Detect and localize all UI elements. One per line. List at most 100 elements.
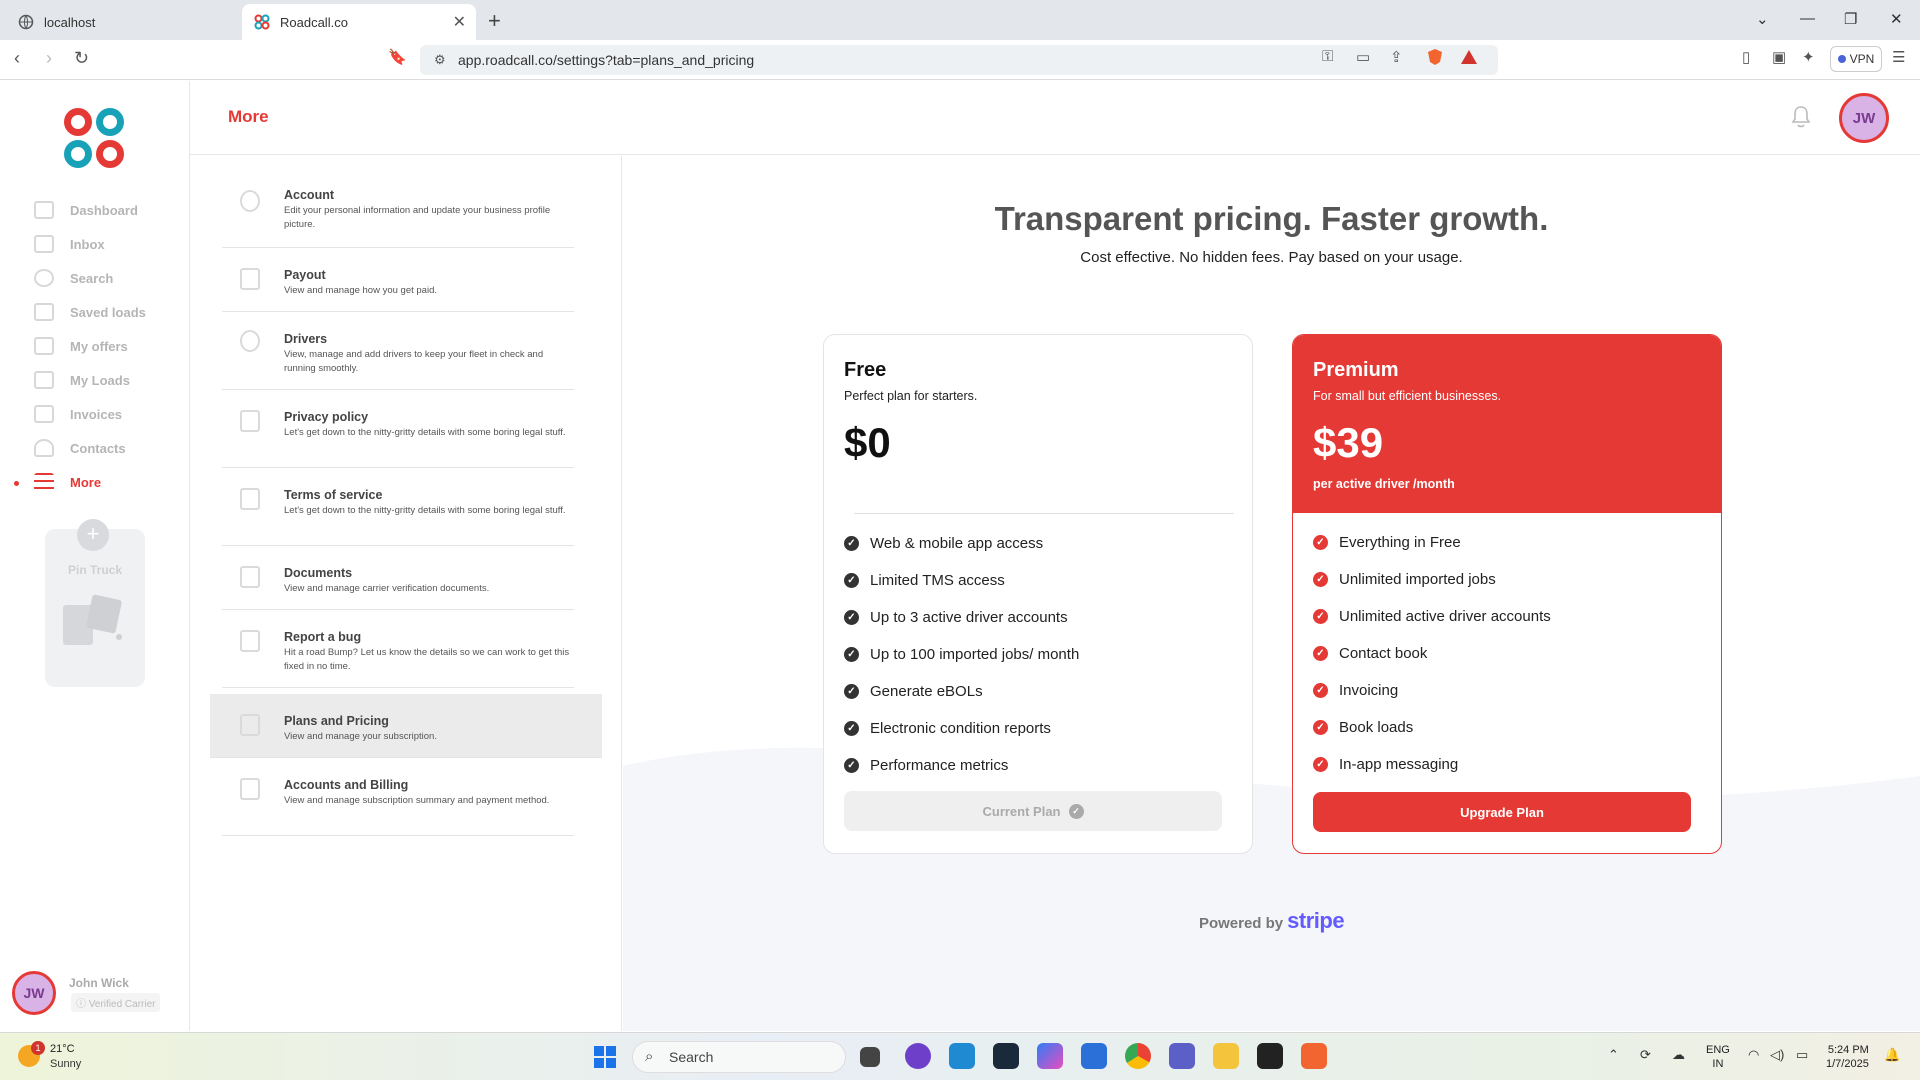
wallet-icon[interactable]: ▣ <box>1772 48 1786 66</box>
current-plan-button[interactable]: Current Plan ✓ <box>844 791 1222 831</box>
settings-item-payout[interactable]: Payout View and manage how you get paid. <box>222 248 574 312</box>
sidebar-item-dashboard[interactable]: Dashboard <box>34 198 138 222</box>
folder-icon <box>34 371 54 389</box>
settings-item-plans-and-pricing[interactable]: Plans and Pricing View and manage your s… <box>210 694 602 758</box>
background-wave <box>623 747 1920 1031</box>
sidebar-item-search[interactable]: Search <box>34 266 113 290</box>
restore-icon[interactable]: ❐ <box>1844 10 1857 28</box>
roadcall-logo[interactable] <box>64 108 126 170</box>
bell-icon[interactable] <box>1790 105 1812 129</box>
system-clock[interactable]: 5:24 PM 1/7/2025 <box>1826 1043 1869 1071</box>
settings-item-accounts-billing[interactable]: Accounts and Billing View and manage sub… <box>222 758 574 836</box>
payout-icon <box>240 268 260 290</box>
premium-plan-card: Premium For small but efficient business… <box>1292 334 1722 854</box>
tab-search-chevron-icon[interactable]: ⌄ <box>1756 10 1769 28</box>
sidebar-item-invoices[interactable]: Invoices <box>34 402 122 426</box>
chevron-up-icon[interactable]: ⌃ <box>1608 1047 1619 1063</box>
leo-ai-icon[interactable]: ✦ <box>1802 48 1815 66</box>
check-icon: ✓ <box>844 647 859 662</box>
check-icon: ✓ <box>1313 535 1328 550</box>
bookmark-icon[interactable]: 🔖 <box>388 48 407 66</box>
terminal-icon[interactable] <box>1257 1043 1283 1069</box>
share-icon[interactable]: ⇪ <box>1390 48 1403 66</box>
back-icon[interactable]: ‹ <box>14 48 20 69</box>
settings-item-report-bug[interactable]: Report a bug Hit a road Bump? Let us kno… <box>222 610 574 688</box>
chrome-icon[interactable] <box>1125 1043 1151 1069</box>
plan-name: Free <box>844 359 887 381</box>
brave-rewards-icon[interactable] <box>1460 48 1478 70</box>
tab-roadcall[interactable]: Roadcall.co ✕ <box>242 4 476 40</box>
settings-item-account[interactable]: Account Edit your personal information a… <box>222 176 574 248</box>
brave-shield-icon[interactable] <box>1426 48 1444 70</box>
plus-icon[interactable]: + <box>77 519 109 551</box>
brave-icon[interactable] <box>1301 1043 1327 1069</box>
store-icon[interactable] <box>1081 1043 1107 1069</box>
react-devtools-icon[interactable] <box>993 1043 1019 1069</box>
battery-icon[interactable]: ▭ <box>1796 1047 1808 1063</box>
sync-icon[interactable]: ⟳ <box>1640 1047 1651 1063</box>
sidebar-item-more[interactable]: More <box>34 470 101 494</box>
check-icon: ✓ <box>1313 646 1328 661</box>
user-profile[interactable]: JW John Wick ⓘ Verified Carrier <box>12 971 182 1017</box>
feature-item: ✓ Contact book <box>1313 645 1427 662</box>
plan-price: $39 <box>1313 419 1384 466</box>
tab-localhost[interactable]: localhost <box>10 4 240 40</box>
teams-icon[interactable] <box>1169 1043 1195 1069</box>
contacts-icon <box>34 439 54 457</box>
sidebar-item-saved-loads[interactable]: Saved loads <box>34 300 146 324</box>
task-view-icon[interactable] <box>860 1047 880 1067</box>
settings-item-drivers[interactable]: Drivers View, manage and add drivers to … <box>222 312 574 390</box>
sidebar-item-inbox[interactable]: Inbox <box>34 232 105 256</box>
feature-item: ✓ In-app messaging <box>1313 756 1458 773</box>
github-icon[interactable] <box>905 1043 931 1069</box>
settings-item-terms-of-service[interactable]: Terms of service Let's get down to the n… <box>222 468 574 546</box>
language-indicator[interactable]: ENG IN <box>1706 1043 1730 1071</box>
reload-icon[interactable]: ↻ <box>74 48 89 69</box>
globe-icon <box>18 14 34 30</box>
wifi-icon[interactable]: ◠ <box>1748 1047 1759 1063</box>
sidebar-item-contacts[interactable]: Contacts <box>34 436 126 460</box>
dashboard-icon <box>34 201 54 219</box>
key-icon[interactable]: ⚿ <box>1322 48 1333 65</box>
settings-item-documents[interactable]: Documents View and manage carrier verifi… <box>222 546 574 610</box>
pricing-headline: Transparent pricing. Faster growth. <box>994 200 1549 237</box>
windows-start-icon[interactable] <box>594 1046 616 1068</box>
sidebar-item-my-offers[interactable]: My offers <box>34 334 128 358</box>
copilot-icon[interactable] <box>1037 1043 1063 1069</box>
feature-item: ✓ Unlimited imported jobs <box>1313 571 1496 588</box>
site-settings-icon[interactable]: ⚙ <box>434 52 446 68</box>
vscode-icon[interactable] <box>949 1043 975 1069</box>
volume-icon[interactable]: ◁) <box>1770 1047 1784 1063</box>
check-icon: ✓ <box>844 573 859 588</box>
close-window-icon[interactable]: ✕ <box>1890 10 1903 28</box>
close-tab-icon[interactable]: ✕ <box>453 12 466 32</box>
header-avatar[interactable]: JW <box>1839 93 1889 143</box>
menu-icon[interactable]: ☰ <box>1892 48 1905 66</box>
pin-truck-label: Pin Truck <box>67 563 123 577</box>
check-icon: ✓ <box>1313 683 1328 698</box>
forward-icon[interactable]: › <box>46 48 52 69</box>
address-bar[interactable]: ⚙ app.roadcall.co/settings?tab=plans_and… <box>420 45 1498 75</box>
feature-item: ✓ Performance metrics <box>844 757 1008 774</box>
vpn-button[interactable]: VPN <box>1830 46 1882 72</box>
pin-truck-card[interactable]: + Pin Truck <box>45 519 145 687</box>
stripe-logo: stripe <box>1287 908 1345 933</box>
plan-price-unit: per active driver /month <box>1313 477 1455 491</box>
settings-item-privacy-policy[interactable]: Privacy policy Let's get down to the nit… <box>222 390 574 468</box>
new-tab-icon[interactable]: + <box>488 8 501 34</box>
avatar[interactable]: JW <box>12 971 56 1015</box>
active-indicator <box>14 481 19 486</box>
tab-title: Roadcall.co <box>280 14 348 30</box>
inbox-icon <box>34 235 54 253</box>
sidebar-toggle-icon[interactable]: ▯ <box>1742 48 1750 66</box>
notification-bell-icon[interactable]: 🔔 <box>1884 1047 1900 1063</box>
minimize-icon[interactable]: — <box>1800 10 1815 27</box>
taskbar-search[interactable]: ⌕ Search <box>632 1041 846 1073</box>
cast-icon[interactable]: ▭ <box>1356 48 1370 66</box>
feature-item: ✓ Up to 3 active driver accounts <box>844 609 1068 626</box>
bookmark-icon <box>34 303 54 321</box>
onedrive-icon[interactable]: ☁ <box>1672 1047 1685 1063</box>
upgrade-plan-button[interactable]: Upgrade Plan <box>1313 792 1691 832</box>
sidebar-item-my-loads[interactable]: My Loads <box>34 368 130 392</box>
file-explorer-icon[interactable] <box>1213 1043 1239 1069</box>
